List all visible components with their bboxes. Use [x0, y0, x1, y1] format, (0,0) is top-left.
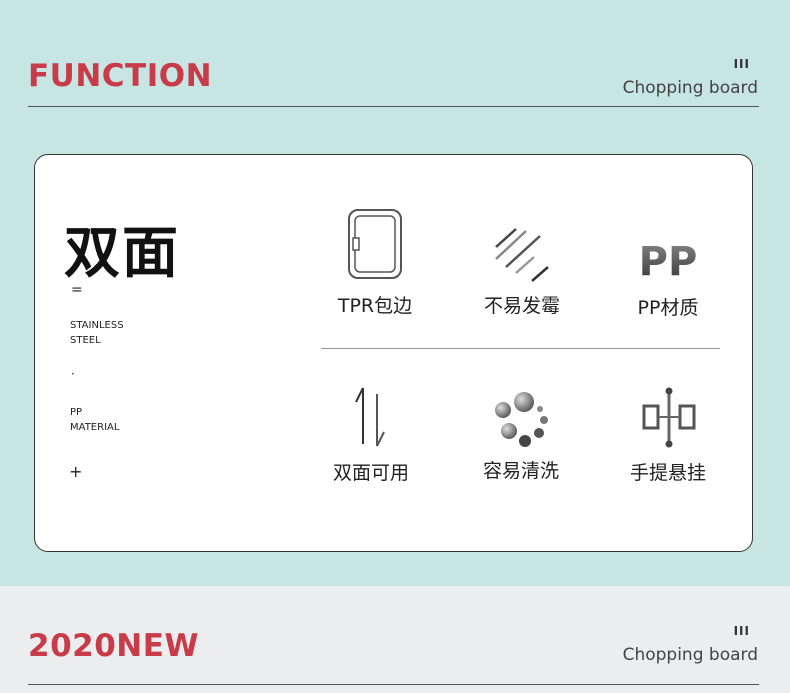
slash-lines-icon	[495, 228, 549, 282]
feature-label: 容易清洗	[482, 460, 559, 482]
board-edge-icon	[348, 209, 402, 279]
card-big-title: 双面	[64, 221, 180, 286]
header-divider	[28, 106, 759, 107]
feature-pp-material: PP PP材质	[598, 205, 738, 335]
feature-label: TPR包边	[337, 295, 413, 317]
pp-text-icon: PP	[639, 239, 698, 285]
feature-double-sided: 双面可用	[301, 384, 441, 514]
feature-label: PP材质	[637, 297, 699, 319]
feature-tpr-edge: TPR包边	[305, 205, 445, 335]
steel-line: STEEL	[70, 335, 101, 346]
feature-mildew-resistant: 不易发霉	[452, 205, 592, 335]
bubbles-icon	[495, 392, 548, 447]
bottom-divider	[28, 684, 759, 685]
material-stainless-label: STAINLESS STEEL	[70, 318, 124, 348]
function-subtitle: Chopping board	[622, 78, 758, 98]
dot-symbol: ·	[71, 367, 75, 381]
material-line: MATERIAL	[70, 422, 120, 433]
new-heading: 2020NEW	[28, 628, 200, 664]
equals-symbol: =	[71, 282, 83, 298]
feature-label: 手提悬挂	[629, 462, 706, 484]
feature-easy-clean: 容易清洗	[451, 384, 591, 514]
pp-icon-text: PP	[639, 239, 698, 285]
new-subtitle: Chopping board	[622, 645, 758, 665]
feature-hanging: 手提悬挂	[598, 384, 738, 514]
feature-grid-divider	[321, 348, 720, 349]
roman-numeral-mark: III	[733, 57, 750, 71]
hanging-icon	[642, 387, 696, 448]
feature-label: 不易发霉	[483, 295, 560, 317]
function-heading: FUNCTION	[28, 58, 213, 94]
roman-numeral-mark: III	[733, 624, 750, 638]
pp-line: PP	[70, 407, 83, 418]
feature-label: 双面可用	[332, 462, 409, 484]
double-arrow-icon	[355, 387, 385, 447]
plus-symbol: +	[69, 462, 83, 481]
stainless-line: STAINLESS	[70, 320, 124, 331]
material-pp-label: PP MATERIAL	[70, 405, 119, 435]
